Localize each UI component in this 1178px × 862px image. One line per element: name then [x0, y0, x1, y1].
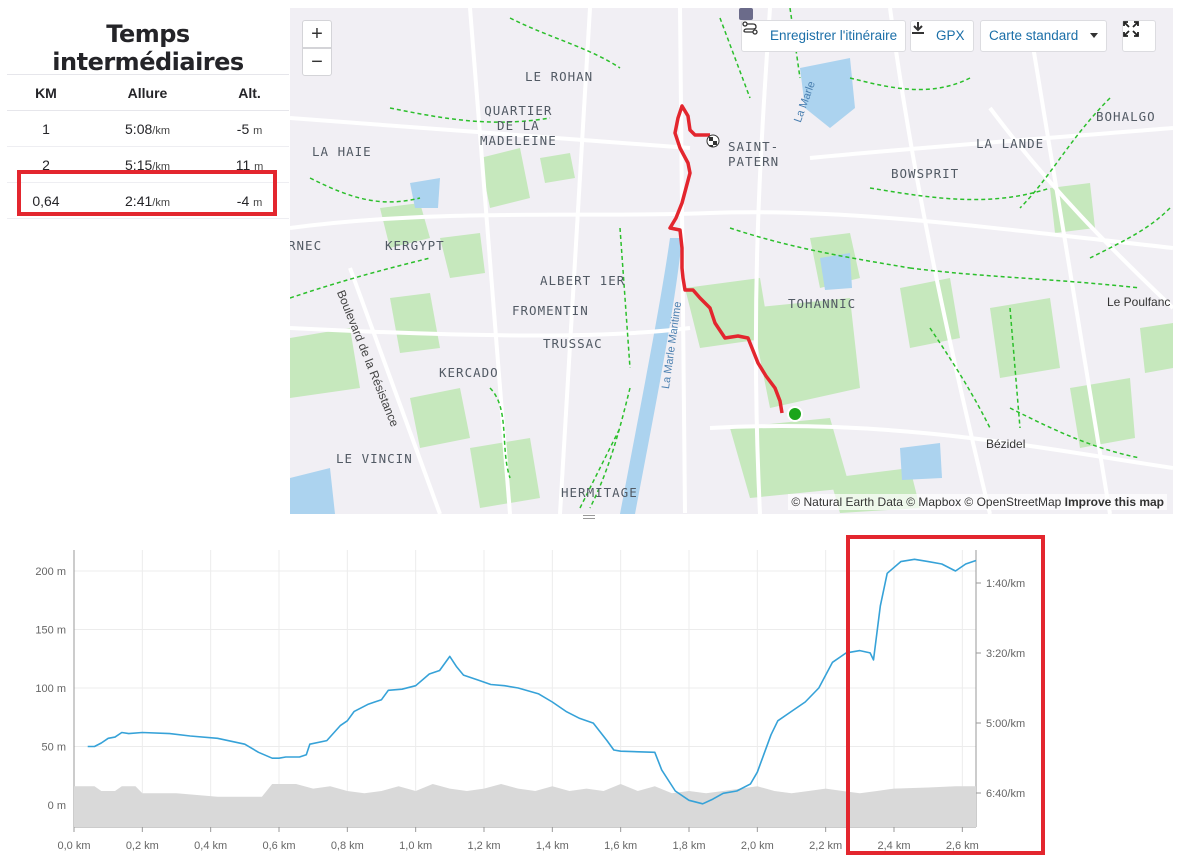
- zoom-out-button[interactable]: −: [302, 48, 332, 76]
- pace-area: [74, 783, 976, 827]
- place-label: ALBERT 1ER: [540, 273, 626, 288]
- route-icon: [742, 21, 766, 42]
- y-tick-label: 150 m: [35, 625, 66, 637]
- x-tick-label: 0,8 km: [331, 840, 364, 852]
- split-highlight-box: [17, 170, 277, 216]
- route-map[interactable]: LE ROHAN QUARTIER DE LA MADELEINE SAINT- PA…: [290, 8, 1173, 514]
- place-label: LA LANDE: [976, 136, 1045, 151]
- map-style-label: Carte standard: [989, 28, 1079, 43]
- place-label: KERCADO: [439, 365, 499, 380]
- save-route-label: Enregistrer l'itinéraire: [770, 28, 898, 43]
- x-tick-label: 2,0 km: [741, 840, 774, 852]
- x-tick-label: 0,2 km: [126, 840, 159, 852]
- x-tick-label: 0,6 km: [262, 840, 295, 852]
- splits-panel: Temps intermédiaires KM Allure Alt. 1 5:…: [7, 8, 289, 514]
- split-row[interactable]: 1 5:08/km -5 m: [7, 110, 289, 147]
- x-tick-label: 1,8 km: [672, 840, 705, 852]
- improve-map-link[interactable]: Improve this map: [1065, 495, 1164, 509]
- place-label: Le Poulfanc: [1107, 295, 1171, 309]
- resize-handle[interactable]: [583, 515, 595, 521]
- split-alt: -5 m: [210, 110, 289, 147]
- x-tick-label: 0,0 km: [57, 840, 90, 852]
- x-tick-label: 2,2 km: [809, 840, 842, 852]
- x-tick-label: 1,0 km: [399, 840, 432, 852]
- place-label: TRUSSAC: [543, 336, 603, 351]
- map-canvas[interactable]: [290, 8, 1173, 514]
- x-tick-label: 1,2 km: [467, 840, 500, 852]
- split-pace: 5:08/km: [84, 110, 211, 147]
- start-marker-icon: [787, 406, 803, 422]
- place-label: Bézidel: [986, 437, 1026, 451]
- fullscreen-button[interactable]: [1122, 20, 1156, 52]
- gpx-button[interactable]: GPX: [910, 20, 974, 52]
- transit-icon: [739, 8, 753, 20]
- gpx-label: GPX: [936, 28, 965, 43]
- place-label: BOHALGO: [1096, 109, 1156, 124]
- split-km: 1: [7, 110, 85, 147]
- place-label: LE VINCIN: [336, 451, 413, 466]
- col-alt: Alt.: [210, 74, 289, 111]
- col-km: KM: [7, 74, 85, 111]
- col-pace: Allure: [84, 74, 211, 111]
- chart-highlight-box: [846, 535, 1045, 855]
- y-tick-label: 200 m: [35, 566, 66, 578]
- place-label: TOHANNIC: [788, 296, 857, 311]
- place-label: RNEC: [290, 238, 323, 253]
- place-label: LE ROHAN: [525, 69, 594, 84]
- place-label: QUARTIER DE LA MADELEINE: [480, 103, 557, 148]
- x-tick-label: 1,6 km: [604, 840, 637, 852]
- y-tick-label: 50 m: [42, 742, 66, 754]
- fullscreen-icon: [1123, 21, 1147, 44]
- place-label: KERGYPT: [385, 238, 445, 253]
- place-label: BOWSPRIT: [891, 166, 960, 181]
- splits-header-row: KM Allure Alt.: [7, 74, 289, 111]
- map-attribution: © Natural Earth Data © Mapbox © OpenStre…: [788, 494, 1167, 510]
- finish-flag-icon: [706, 134, 720, 148]
- download-icon: [912, 22, 933, 42]
- zoom-in-button[interactable]: +: [302, 20, 332, 48]
- caret-down-icon: [1090, 33, 1099, 38]
- save-route-button[interactable]: Enregistrer l'itinéraire: [741, 20, 907, 52]
- place-label: FROMENTIN: [512, 303, 589, 318]
- y-tick-label: 100 m: [35, 683, 66, 695]
- x-tick-label: 1,4 km: [536, 840, 569, 852]
- map-style-dropdown[interactable]: Carte standard: [980, 20, 1108, 52]
- elevation-line: [87, 558, 977, 805]
- place-label: LA HAIE: [312, 144, 372, 159]
- x-tick-label: 0,4 km: [194, 840, 227, 852]
- splits-title: Temps intermédiaires: [52, 20, 244, 76]
- place-label: SAINT- PATERN: [728, 139, 780, 169]
- y-tick-label: 0 m: [48, 800, 66, 812]
- place-label: HERMITAGE: [561, 485, 638, 500]
